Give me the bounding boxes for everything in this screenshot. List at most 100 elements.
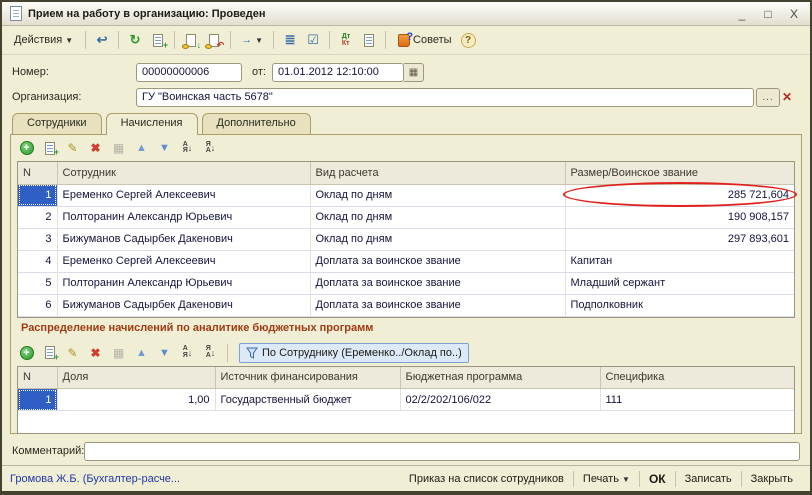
table-cell[interactable]: Оклад по дням	[310, 206, 565, 228]
table-cell[interactable]: 1	[18, 184, 57, 206]
actions-label: Действия	[14, 34, 62, 46]
responsible-user-link[interactable]: Громова Ж.Б. (Бухгалтер-расче...	[10, 473, 400, 485]
calendar-button[interactable]: ▦	[404, 63, 424, 82]
doc-glyph	[364, 34, 374, 47]
column-header[interactable]: Доля	[57, 367, 215, 389]
unpost-document-icon[interactable]: ↶	[204, 31, 224, 50]
column-header[interactable]: Источник финансирования	[215, 367, 400, 389]
delete-row-icon[interactable]: ✖	[86, 139, 105, 157]
tips-label: Советы	[413, 34, 451, 46]
dt-kt-postings-icon[interactable]: ДтКт	[336, 31, 356, 50]
table-cell[interactable]: Оклад по дням	[310, 228, 565, 250]
tab-additional[interactable]: Дополнительно	[202, 113, 311, 134]
table-row[interactable]: 6Бижуманов Садырбек ДакеновичДоплата за …	[18, 294, 794, 316]
maximize-button[interactable]: □	[760, 7, 776, 21]
movements-list-icon[interactable]: ≣	[280, 31, 300, 50]
add-copy-icon[interactable]: +	[148, 31, 168, 50]
add-copy-row-icon[interactable]: +	[40, 344, 59, 362]
table-cell[interactable]: Полторанин Александр Юрьевич	[57, 206, 310, 228]
table-cell[interactable]: 190 908,157	[565, 206, 794, 228]
help-icon[interactable]: ?	[461, 33, 476, 48]
table-cell[interactable]: Подполковник	[565, 294, 794, 316]
table-cell[interactable]: Бижуманов Садырбек Дакенович	[57, 228, 310, 250]
report-icon[interactable]	[359, 31, 379, 50]
sort-ascending-icon[interactable]: АЯ ↓	[178, 139, 197, 157]
table-cell[interactable]: Доплата за воинское звание	[310, 250, 565, 272]
settings-check-icon[interactable]: ☑	[303, 31, 323, 50]
post-document-icon[interactable]: ↓	[181, 31, 201, 50]
table-cell[interactable]: Доплата за воинское звание	[310, 272, 565, 294]
table-cell[interactable]: Полторанин Александр Юрьевич	[57, 272, 310, 294]
table-row[interactable]: 4Еременко Сергей АлексеевичДоплата за во…	[18, 250, 794, 272]
tab-employees[interactable]: Сотрудники	[12, 113, 102, 134]
table-cell[interactable]: Младший сержант	[565, 272, 794, 294]
table-cell[interactable]: Оклад по дням	[310, 184, 565, 206]
chevron-down-icon: ▼	[255, 36, 263, 45]
end-edit-icon[interactable]: ▦	[109, 344, 128, 362]
minimize-button[interactable]: _	[734, 7, 750, 21]
table-row[interactable]: 1Еременко Сергей АлексеевичОклад по дням…	[18, 184, 794, 206]
close-button[interactable]: X	[786, 7, 802, 21]
add-row-icon[interactable]: +	[17, 344, 36, 362]
column-header[interactable]: Размер/Воинское звание	[565, 162, 794, 184]
move-up-icon[interactable]: ▲	[132, 344, 151, 362]
table-cell[interactable]: Капитан	[565, 250, 794, 272]
table-cell[interactable]: 4	[18, 250, 57, 272]
column-header[interactable]: N	[18, 367, 57, 389]
actions-button[interactable]: Действия ▼	[8, 31, 79, 49]
table-cell[interactable]: 111	[600, 389, 794, 411]
organization-lookup-button[interactable]: ...	[756, 88, 780, 107]
add-copy-row-icon[interactable]: +	[40, 139, 59, 157]
table-row[interactable]: 11,00Государственный бюджет02/2/202/106/…	[18, 389, 794, 411]
sort-descending-icon[interactable]: ЯА ↓	[201, 344, 220, 362]
table-cell[interactable]: Государственный бюджет	[215, 389, 400, 411]
tips-button[interactable]: ? Советы	[392, 31, 457, 50]
add-row-icon[interactable]: +	[17, 139, 36, 157]
table-cell[interactable]: 02/2/202/106/022	[400, 389, 600, 411]
table-cell[interactable]: 1	[18, 389, 57, 411]
table-cell[interactable]: 285 721,604	[565, 184, 794, 206]
move-down-icon[interactable]: ▼	[155, 139, 174, 157]
table-cell[interactable]: Доплата за воинское звание	[310, 294, 565, 316]
table-row[interactable]: 5Полторанин Александр ЮрьевичДоплата за …	[18, 272, 794, 294]
column-header[interactable]: Бюджетная программа	[400, 367, 600, 389]
order-list-button[interactable]: Приказ на список сотрудников	[400, 470, 573, 488]
sort-descending-icon[interactable]: ЯА ↓	[201, 139, 220, 157]
table-row[interactable]: 3Бижуманов Садырбек ДакеновичОклад по дн…	[18, 228, 794, 250]
reread-icon[interactable]: ↩	[92, 31, 112, 50]
date-input[interactable]	[272, 63, 404, 82]
refresh-icon[interactable]: ↻	[125, 31, 145, 50]
table-cell[interactable]: 5	[18, 272, 57, 294]
column-header[interactable]: Вид расчета	[310, 162, 565, 184]
delete-row-icon[interactable]: ✖	[86, 344, 105, 362]
column-header[interactable]: N	[18, 162, 57, 184]
table-cell[interactable]: 6	[18, 294, 57, 316]
tab-accruals[interactable]: Начисления	[106, 113, 198, 134]
table-cell[interactable]: 297 893,601	[565, 228, 794, 250]
edit-row-icon[interactable]: ✎	[63, 344, 82, 362]
table-cell[interactable]: 3	[18, 228, 57, 250]
number-input[interactable]	[136, 63, 242, 82]
table-cell[interactable]: Еременко Сергей Алексеевич	[57, 184, 310, 206]
move-up-icon[interactable]: ▲	[132, 139, 151, 157]
comment-input[interactable]	[84, 442, 800, 461]
organization-input[interactable]	[136, 88, 754, 107]
table-cell[interactable]: Бижуманов Садырбек Дакенович	[57, 294, 310, 316]
column-header[interactable]: Сотрудник	[57, 162, 310, 184]
end-edit-icon[interactable]: ▦	[109, 139, 128, 157]
close-form-button[interactable]: Закрыть	[742, 470, 802, 488]
organization-clear-button[interactable]: ✕	[782, 90, 800, 104]
go-to-button[interactable]: → ▼	[237, 31, 267, 49]
save-button[interactable]: Записать	[676, 470, 741, 488]
filter-by-employee-button[interactable]: По Сотруднику (Еременко../Оклад по..)	[239, 343, 469, 363]
ok-button[interactable]: ОК	[640, 469, 675, 489]
table-row[interactable]: 2Полторанин Александр ЮрьевичОклад по дн…	[18, 206, 794, 228]
table-cell[interactable]: Еременко Сергей Алексеевич	[57, 250, 310, 272]
table-cell[interactable]: 1,00	[57, 389, 215, 411]
edit-row-icon[interactable]: ✎	[63, 139, 82, 157]
sort-ascending-icon[interactable]: АЯ ↓	[178, 344, 197, 362]
table-cell[interactable]: 2	[18, 206, 57, 228]
column-header[interactable]: Специфика	[600, 367, 794, 389]
move-down-icon[interactable]: ▼	[155, 344, 174, 362]
print-button[interactable]: Печать ▼	[574, 470, 639, 488]
